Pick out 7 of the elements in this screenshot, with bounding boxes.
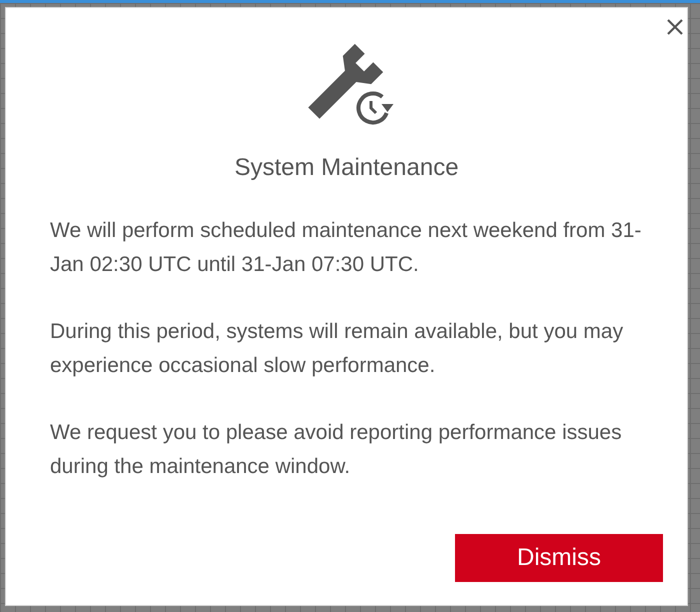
close-button[interactable] <box>666 18 684 36</box>
message-paragraph: We request you to please avoid reporting performance issues during the maintenance window. <box>50 420 623 480</box>
message-paragraph: We will perform scheduled maintenance next weekend from 31-Jan 02:30 UTC until 31-Jan 07:30 UTC. <box>50 218 642 278</box>
close-icon <box>666 18 684 36</box>
dialog-title: System Maintenance <box>233 155 460 181</box>
message-paragraph: During this period, systems will remain available, but you may experience occasional slow performance. <box>50 319 624 379</box>
dismiss-button[interactable]: Dismiss <box>455 534 663 582</box>
